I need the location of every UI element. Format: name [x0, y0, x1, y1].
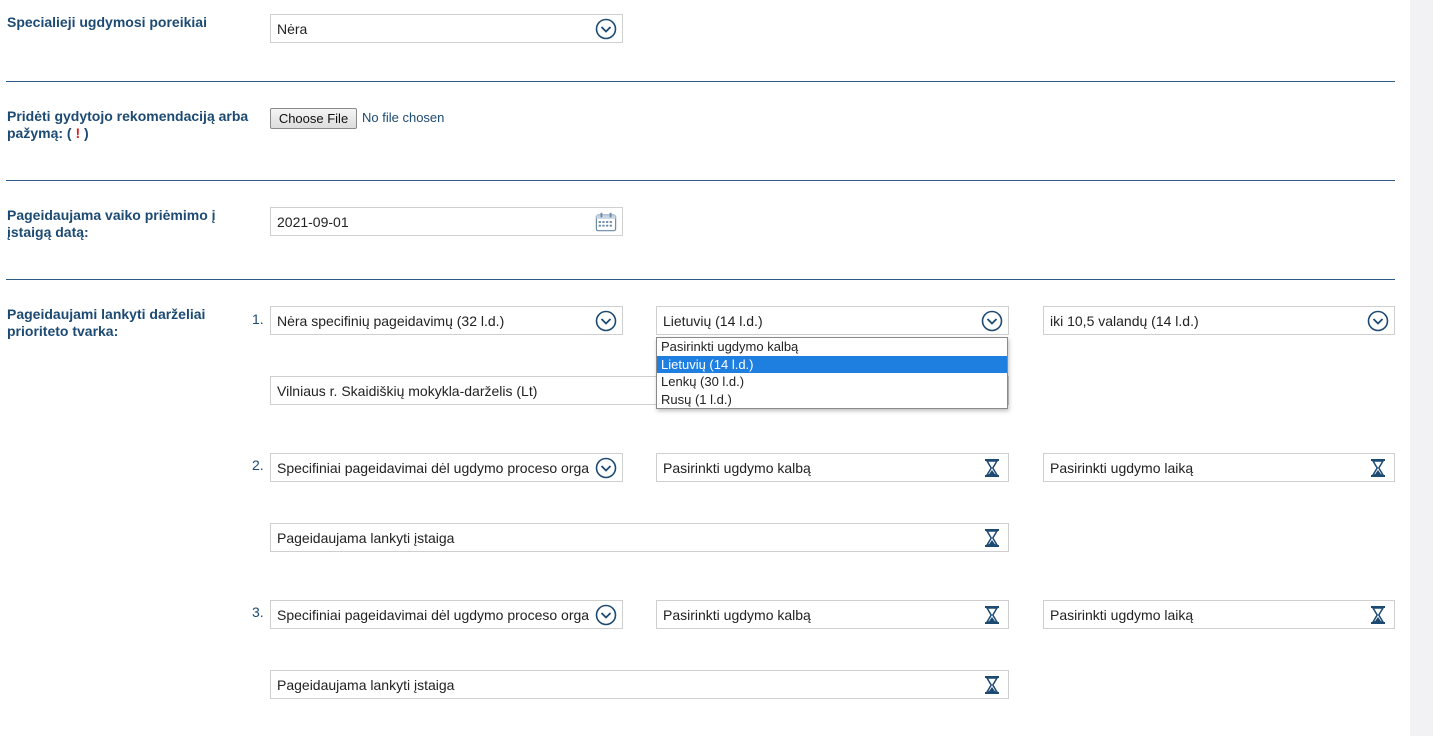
hourglass-icon: [981, 457, 1003, 479]
institution-select-3[interactable]: Pageidaujama lankyti įstaiga: [270, 670, 1009, 699]
language-option-highlighted[interactable]: Lietuvių (14 l.d.): [657, 355, 1007, 373]
priority-number-3: 3.: [252, 604, 264, 620]
section-divider: [6, 180, 1395, 181]
institution-value-2: Pageidaujama lankyti įstaiga: [277, 530, 455, 546]
hourglass-icon: [981, 674, 1003, 696]
language-value-1: Lietuvių (14 l.d.): [663, 313, 763, 329]
language-option[interactable]: Rusų (1 l.d.): [657, 391, 1007, 409]
kindergartens-label: Pageidaujami lankyti darželiai prioritet…: [7, 306, 206, 339]
institution-select-2[interactable]: Pageidaujama lankyti įstaiga: [270, 523, 1009, 552]
language-select-2[interactable]: Pasirinkti ugdymo kalbą: [656, 453, 1009, 482]
language-value-3: Pasirinkti ugdymo kalbą: [663, 607, 811, 623]
specifics-select-2[interactable]: Specifiniai pageidavimai dėl ugdymo proc…: [270, 453, 623, 482]
hourglass-icon: [1367, 604, 1389, 626]
chevron-circle-down-icon: [595, 310, 617, 332]
calendar-icon[interactable]: [595, 211, 617, 233]
language-select-1[interactable]: Lietuvių (14 l.d.): [656, 306, 1009, 335]
specifics-value-1: Nėra specifinių pageidavimų (32 l.d.): [277, 313, 505, 329]
priority-number-2: 2.: [252, 457, 264, 473]
chevron-circle-down-icon: [595, 604, 617, 626]
language-select-3[interactable]: Pasirinkti ugdymo kalbą: [656, 600, 1009, 629]
choose-file-button[interactable]: Choose File: [270, 108, 357, 129]
attachment-label-text: Pridėti gydytojo rekomendaciją arba pažy…: [7, 108, 249, 141]
language-dropdown-list[interactable]: Pasirinkti ugdymo kalbą Lietuvių (14 l.d…: [656, 337, 1008, 409]
admission-date-label: Pageidaujama vaiko priėmimo į įstaigą da…: [7, 207, 216, 240]
time-select-3[interactable]: Pasirinkti ugdymo laiką: [1043, 600, 1395, 629]
admission-date-value: 2021-09-01: [277, 214, 349, 230]
attachment-label: Pridėti gydytojo rekomendaciją arba pažy…: [7, 108, 255, 142]
specifics-select-1[interactable]: Nėra specifinių pageidavimų (32 l.d.): [270, 306, 623, 335]
chevron-circle-down-icon: [981, 310, 1003, 332]
time-select-2[interactable]: Pasirinkti ugdymo laiką: [1043, 453, 1395, 482]
page-scroll-gutter: [1410, 0, 1433, 736]
language-option[interactable]: Pasirinkti ugdymo kalbą: [657, 338, 1007, 356]
language-option[interactable]: Lenkų (30 l.d.): [657, 373, 1007, 391]
special-needs-label: Specialieji ugdymosi poreikiai: [7, 14, 207, 30]
hourglass-icon: [1367, 457, 1389, 479]
time-value-1: iki 10,5 valandų (14 l.d.): [1050, 313, 1199, 329]
admission-date-input[interactable]: 2021-09-01: [270, 207, 623, 236]
time-value-3: Pasirinkti ugdymo laiką: [1050, 607, 1194, 623]
hourglass-icon: [981, 604, 1003, 626]
attachment-label-close: ): [84, 125, 89, 141]
required-mark: !: [75, 125, 81, 141]
time-value-2: Pasirinkti ugdymo laiką: [1050, 460, 1194, 476]
file-status: No file chosen: [362, 110, 445, 125]
priority-number-1: 1.: [252, 311, 264, 327]
time-select-1[interactable]: iki 10,5 valandų (14 l.d.): [1043, 306, 1395, 335]
attachment-label-open: (: [66, 125, 72, 141]
chevron-circle-down-icon: [595, 18, 617, 40]
specifics-select-3[interactable]: Specifiniai pageidavimai dėl ugdymo proc…: [270, 600, 623, 629]
section-divider: [6, 81, 1395, 82]
chevron-circle-down-icon: [595, 457, 617, 479]
special-needs-select[interactable]: Nėra: [270, 14, 623, 43]
section-divider: [6, 279, 1395, 280]
language-value-2: Pasirinkti ugdymo kalbą: [663, 460, 811, 476]
hourglass-icon: [981, 527, 1003, 549]
specifics-value-2: Specifiniai pageidavimai dėl ugdymo proc…: [277, 460, 589, 476]
institution-value-3: Pageidaujama lankyti įstaiga: [277, 677, 455, 693]
special-needs-value: Nėra: [277, 21, 308, 37]
chevron-circle-down-icon: [1367, 310, 1389, 332]
specifics-value-3: Specifiniai pageidavimai dėl ugdymo proc…: [277, 607, 589, 623]
